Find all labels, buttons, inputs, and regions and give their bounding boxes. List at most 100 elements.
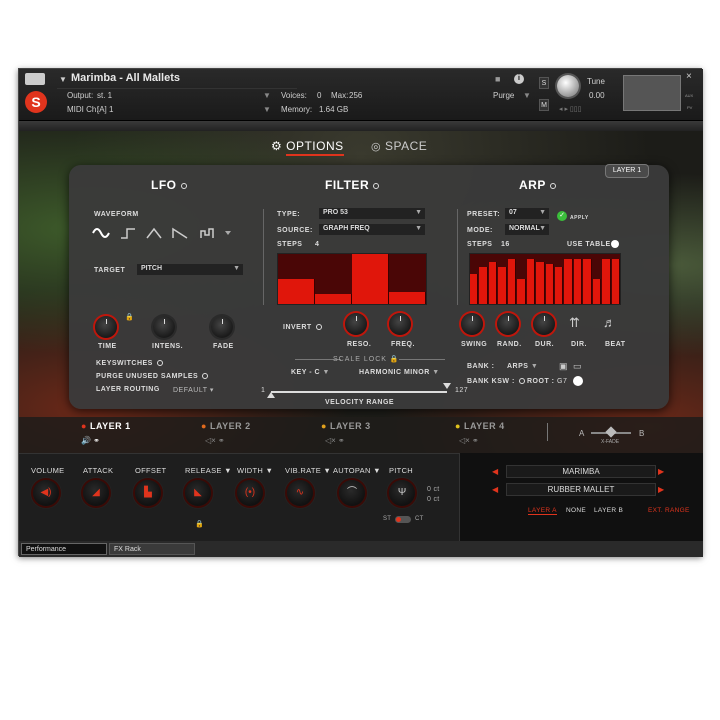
autopan-label[interactable]: AUTOPAN ▼: [333, 466, 381, 475]
filter-step-bar[interactable]: [389, 291, 426, 304]
tab-fx-rack[interactable]: FX Rack: [109, 543, 195, 555]
tab-options[interactable]: ⚙ OPTIONS: [271, 139, 344, 156]
layer-4-tab[interactable]: ● LAYER 4: [455, 421, 505, 431]
dur-knob[interactable]: [533, 313, 555, 335]
lfo-fade-knob[interactable]: [211, 316, 233, 338]
mute-icon[interactable]: ◁× ⚭: [459, 436, 479, 445]
prev-instrument-arrow[interactable]: ◀: [492, 467, 498, 476]
arp-step-bar[interactable]: [554, 266, 564, 304]
tune-knob[interactable]: [557, 75, 579, 97]
swing-knob[interactable]: [461, 313, 483, 335]
layer-2-tab[interactable]: ● LAYER 2: [201, 421, 251, 431]
use-table-label[interactable]: USE TABLE: [567, 241, 611, 248]
scale-lock-label[interactable]: SCALE LOCK 🔒: [333, 355, 400, 363]
velocity-max-handle[interactable]: [443, 383, 451, 389]
width-label[interactable]: WIDTH ▼: [237, 466, 273, 475]
arp-step-bar[interactable]: [545, 264, 554, 304]
keyswitches-toggle[interactable]: [156, 360, 163, 367]
arp-step-table[interactable]: [469, 253, 621, 305]
midi-value[interactable]: [A] 1: [97, 105, 113, 114]
arp-title[interactable]: ARP: [519, 178, 556, 192]
attack-knob[interactable]: ◢: [83, 480, 109, 506]
lock-icon[interactable]: 🔒: [125, 313, 134, 321]
speaker-icon[interactable]: 🔊 ⚭: [81, 436, 100, 445]
midi-dropdown-icon[interactable]: ▼: [263, 105, 271, 114]
lfo-enable-toggle[interactable]: [180, 182, 187, 189]
ext-range-button[interactable]: EXT. RANGE: [648, 507, 690, 514]
filter-steps-value[interactable]: 4: [315, 241, 319, 248]
layer-routing-dropdown[interactable]: DEFAULT ▾: [173, 386, 214, 394]
lfo-time-knob[interactable]: [95, 316, 117, 338]
mallet-select[interactable]: RUBBER MALLET: [506, 483, 656, 496]
filter-step-bar[interactable]: [278, 279, 315, 304]
next-mallet-arrow[interactable]: ▶: [658, 485, 664, 494]
purge-dropdown-icon[interactable]: ▼: [523, 91, 531, 100]
lfo-title[interactable]: LFO: [151, 178, 187, 192]
arp-step-bar[interactable]: [611, 259, 620, 304]
arp-step-bar[interactable]: [526, 259, 536, 304]
beat-icon[interactable]: ♬: [603, 315, 616, 330]
bank-ksw-label[interactable]: BANK KSW :: [467, 378, 525, 385]
filter-step-bar[interactable]: [352, 254, 389, 304]
arp-enable-toggle[interactable]: [549, 182, 556, 189]
layer-1-tab[interactable]: ● LAYER 1: [81, 421, 131, 431]
arp-step-bar[interactable]: [517, 279, 526, 304]
lfo-intens-knob[interactable]: [153, 316, 175, 338]
arp-preset-dropdown[interactable]: 07 ▼: [505, 208, 549, 219]
scale-dropdown[interactable]: HARMONIC MINOR ▼: [359, 369, 440, 376]
info-icon[interactable]: i: [514, 74, 524, 84]
tab-space[interactable]: ◎ SPACE: [371, 139, 427, 153]
invert-label[interactable]: INVERT: [283, 324, 322, 331]
xfade-handle[interactable]: [605, 426, 617, 438]
camera-icon[interactable]: ■: [495, 74, 500, 84]
release-label[interactable]: RELEASE ▼: [185, 466, 232, 475]
volume-knob[interactable]: ◀): [33, 480, 59, 506]
freq-knob[interactable]: [389, 313, 411, 335]
reso-knob[interactable]: [345, 313, 367, 335]
prev-mallet-arrow[interactable]: ◀: [492, 485, 498, 494]
filter-type-dropdown[interactable]: PRO 53 ▼: [319, 208, 425, 219]
filter-source-dropdown[interactable]: GRAPH FREQ ▼: [319, 224, 425, 235]
arp-steps-value[interactable]: 16: [501, 241, 510, 248]
st-ct-toggle[interactable]: [395, 516, 411, 523]
close-icon[interactable]: ×: [686, 71, 692, 82]
solo-button[interactable]: S: [539, 77, 549, 89]
root-value[interactable]: G7: [557, 378, 567, 385]
keyswitches-label[interactable]: KEYSWITCHES: [96, 360, 163, 367]
mute-button[interactable]: M: [539, 99, 549, 111]
arp-step-bar[interactable]: [573, 259, 583, 304]
filter-title[interactable]: FILTER: [325, 178, 380, 192]
filter-step-bar[interactable]: [315, 294, 352, 304]
bank-dropdown[interactable]: ARPS ▼: [507, 363, 538, 370]
filter-step-table[interactable]: [277, 253, 427, 305]
mute-icon[interactable]: ◁× ⚭: [205, 436, 225, 445]
arp-step-bar[interactable]: [583, 259, 592, 304]
apply-check-icon[interactable]: ✓: [557, 211, 567, 221]
purge-unused-toggle[interactable]: [202, 373, 209, 380]
purge-unused-label[interactable]: PURGE UNUSED SAMPLES: [96, 373, 209, 380]
filter-enable-toggle[interactable]: [373, 182, 380, 189]
layer-3-tab[interactable]: ● LAYER 3: [321, 421, 371, 431]
layer-a-button[interactable]: LAYER A: [528, 507, 557, 515]
collapse-arrow-icon[interactable]: ▼: [59, 75, 67, 84]
mute-icon[interactable]: ◁× ⚭: [325, 436, 345, 445]
rand-knob[interactable]: [497, 313, 519, 335]
direction-icon[interactable]: ⇈: [569, 315, 580, 331]
instrument-select[interactable]: MARIMBA: [506, 465, 656, 478]
width-knob[interactable]: (•): [237, 480, 263, 506]
arp-step-bar[interactable]: [470, 274, 479, 304]
vibrate-knob[interactable]: ∿: [287, 480, 313, 506]
root-toggle[interactable]: [573, 376, 583, 386]
wrench-icon[interactable]: [25, 73, 45, 85]
save-icon[interactable]: ▣: [559, 361, 568, 372]
key-dropdown[interactable]: KEY - C ▼: [291, 369, 330, 376]
output-dropdown-icon[interactable]: ▼: [263, 91, 271, 100]
arp-step-bar[interactable]: [564, 259, 573, 304]
use-table-toggle[interactable]: [611, 240, 619, 248]
layer-b-button[interactable]: LAYER B: [594, 507, 623, 514]
velocity-range-slider[interactable]: [271, 391, 447, 393]
vibrate-label[interactable]: VIB.RATE ▼: [285, 466, 331, 475]
purge-button[interactable]: Purge: [493, 91, 514, 100]
velocity-min-handle[interactable]: [267, 392, 275, 398]
bank-ksw-toggle[interactable]: [518, 378, 525, 385]
